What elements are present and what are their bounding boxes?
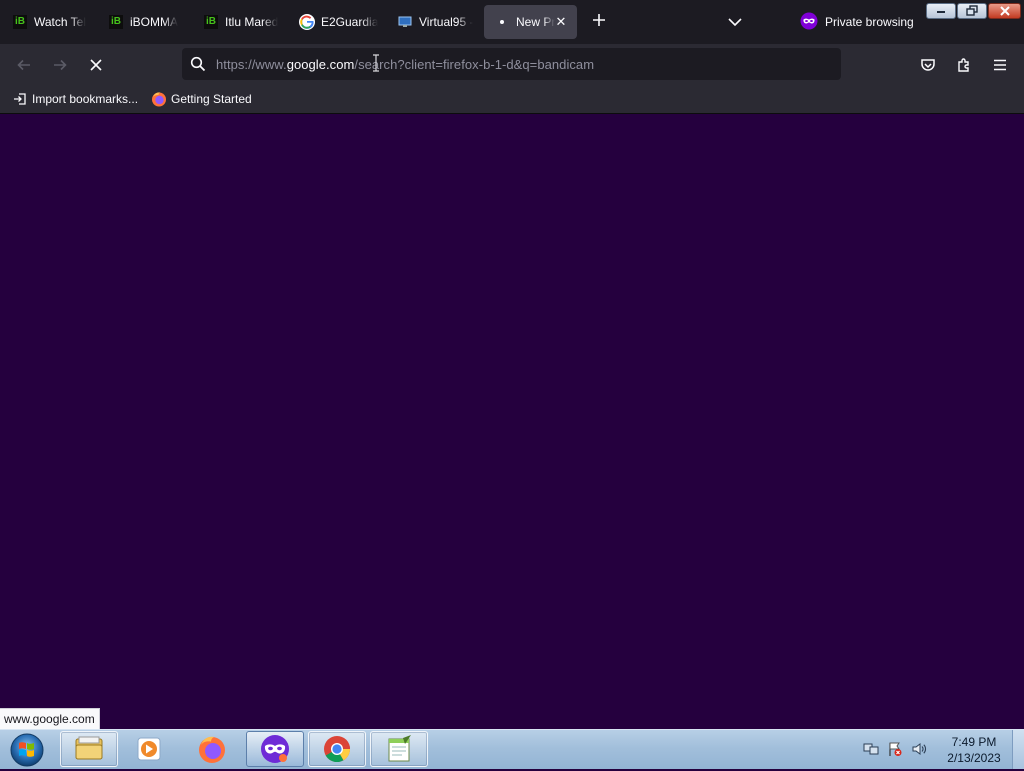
taskbar-chrome[interactable] xyxy=(308,731,366,767)
import-icon xyxy=(12,91,28,107)
restore-button[interactable] xyxy=(957,3,987,19)
loading-dot-icon xyxy=(494,14,510,30)
url-prefix: https://www. xyxy=(216,57,287,72)
search-icon xyxy=(190,56,206,72)
taskbar-notepad[interactable] xyxy=(370,731,428,767)
tab-label: Watch Tel xyxy=(34,15,87,29)
tab-e2guardian[interactable]: E2Guardia xyxy=(289,5,381,39)
bookmarks-toolbar: Import bookmarks... Getting Started xyxy=(0,86,1024,114)
list-all-tabs-button[interactable] xyxy=(724,12,746,32)
tab-label: Virtual95 - xyxy=(419,15,474,29)
media-player-icon xyxy=(137,737,161,761)
back-arrow-icon xyxy=(17,59,30,71)
tab-virtual95[interactable]: Virtual95 - xyxy=(387,5,479,39)
taskbar-file-explorer[interactable] xyxy=(60,731,118,767)
private-browsing-indicator: Private browsing xyxy=(800,12,914,32)
system-tray xyxy=(862,732,934,766)
forward-button[interactable] xyxy=(47,53,73,77)
tab-new-private[interactable]: New Pr ✕ xyxy=(484,5,577,39)
monitor-icon xyxy=(397,14,413,30)
tab-label: New Pr xyxy=(516,15,556,29)
url-text[interactable]: https://www.google.com/search?client=fir… xyxy=(216,57,594,72)
bookmark-label: Getting Started xyxy=(171,92,252,106)
url-host: google.com xyxy=(286,57,355,72)
navigation-toolbar: https://www.google.com/search?client=fir… xyxy=(0,44,1024,86)
close-icon xyxy=(999,6,1010,16)
windows-start-icon xyxy=(10,733,44,767)
action-center-flag-icon[interactable] xyxy=(886,740,904,758)
private-mask-icon xyxy=(800,12,818,33)
new-tab-button[interactable] xyxy=(588,11,610,33)
pocket-button[interactable] xyxy=(915,53,941,77)
bookmark-import[interactable]: Import bookmarks... xyxy=(12,90,138,108)
restore-icon xyxy=(966,5,978,16)
firefox-private-icon xyxy=(261,735,289,763)
file-explorer-icon xyxy=(75,736,103,760)
notepad-icon xyxy=(388,735,411,762)
clock-date: 2/13/2023 xyxy=(947,751,1001,765)
firefox-icon xyxy=(199,736,225,763)
app-menu-button[interactable] xyxy=(987,53,1013,77)
link-status-panel: www.google.com xyxy=(0,708,100,729)
tab-itlu-mared[interactable]: iB Itlu Mared xyxy=(193,5,283,39)
bookmark-label: Import bookmarks... xyxy=(32,92,139,106)
clock-time: 7:49 PM xyxy=(951,735,997,749)
tab-label: Itlu Mared xyxy=(225,15,279,29)
windows-taskbar: 7:49 PM 2/13/2023 xyxy=(0,729,1024,769)
google-icon xyxy=(299,14,315,30)
volume-icon[interactable] xyxy=(910,740,928,758)
firefox-icon xyxy=(151,91,167,107)
show-desktop-button[interactable] xyxy=(1012,730,1024,769)
tab-label: iBOMMA xyxy=(130,15,178,29)
tab-ibomma[interactable]: iB iBOMMA xyxy=(98,5,188,39)
close-tab-icon[interactable]: ✕ xyxy=(553,14,569,30)
tab-label: E2Guardia xyxy=(321,15,379,29)
start-button[interactable] xyxy=(4,731,48,768)
text-cursor-icon xyxy=(372,54,380,72)
url-bar[interactable]: https://www.google.com/search?client=fir… xyxy=(182,48,841,80)
tab-strip: iB Watch Tel iB iBOMMA iB Itlu Mared E2G… xyxy=(0,0,1024,44)
ibomma-icon: iB xyxy=(204,15,218,29)
taskbar-firefox-private[interactable] xyxy=(246,731,304,767)
url-path: /search?client=firefox-b-1-d&q=bandicam xyxy=(354,57,595,72)
bookmark-getting-started[interactable]: Getting Started xyxy=(151,90,252,108)
taskbar-firefox[interactable] xyxy=(183,731,241,767)
chevron-down-icon xyxy=(728,18,742,27)
close-window-button[interactable] xyxy=(988,3,1021,19)
page-content[interactable] xyxy=(0,114,1024,729)
extensions-button[interactable] xyxy=(951,53,977,77)
pocket-icon xyxy=(921,59,935,71)
puzzle-icon xyxy=(958,58,969,72)
minimize-button[interactable] xyxy=(926,3,956,19)
ibomma-icon: iB xyxy=(13,15,27,29)
taskbar-clock[interactable]: 7:49 PM 2/13/2023 xyxy=(940,734,1008,766)
stop-icon xyxy=(90,59,102,71)
ibomma-icon: iB xyxy=(109,15,123,29)
network-icon[interactable] xyxy=(862,740,880,758)
back-button[interactable] xyxy=(11,53,37,77)
forward-arrow-icon xyxy=(54,59,67,71)
chrome-icon xyxy=(324,736,351,763)
tab-watch-tel[interactable]: iB Watch Tel xyxy=(2,5,90,39)
minimize-icon xyxy=(937,11,945,13)
hamburger-menu-icon xyxy=(994,59,1006,71)
private-browsing-label: Private browsing xyxy=(825,15,914,29)
stop-button[interactable] xyxy=(83,53,109,77)
taskbar-media-player[interactable] xyxy=(120,731,178,767)
